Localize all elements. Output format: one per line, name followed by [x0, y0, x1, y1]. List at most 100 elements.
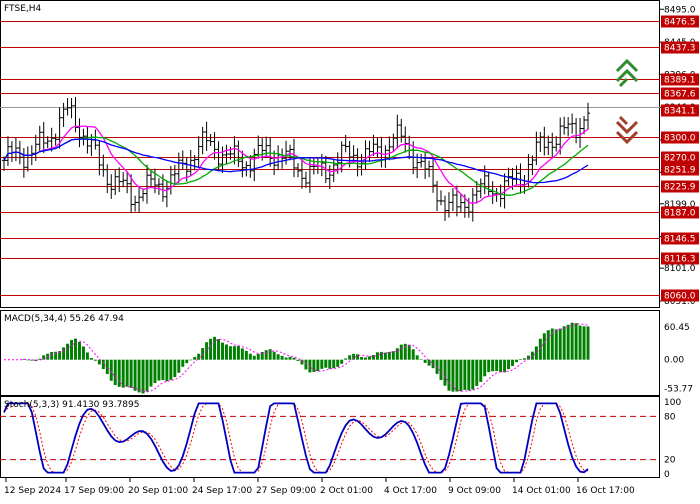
macd-bar: [292, 357, 296, 360]
macd-bar: [515, 359, 518, 363]
macd-bar: [360, 356, 364, 360]
level-label: 8300.0: [664, 134, 696, 144]
macd-bar: [320, 359, 324, 369]
macd-bar: [518, 359, 522, 360]
macd-bar: [81, 346, 85, 360]
macd-bar: [50, 352, 54, 360]
macd-signal-line: [4, 323, 589, 393]
price-bars-layer: [1, 97, 591, 222]
macd-bar: [344, 358, 348, 360]
macd-bar: [62, 347, 66, 360]
macd-bar: [499, 359, 503, 373]
macd-bar: [213, 336, 217, 360]
macd-bar: [113, 359, 117, 386]
macd-bar: [439, 359, 443, 380]
time-axis: 12 Sep 2024 17 Sep 09:00 20 Sep 01:00 24 Se…: [4, 478, 635, 496]
macd-bar: [42, 355, 46, 360]
macd-bar: [125, 359, 129, 387]
macd-bar: [578, 325, 582, 360]
level-label: 8389.1: [664, 76, 696, 86]
macd-bar: [368, 356, 371, 360]
macd-bar: [217, 339, 221, 360]
macd-bar: [586, 326, 590, 360]
price-axis-label: 8495.0: [664, 5, 696, 15]
macd-bar: [268, 349, 272, 360]
macd-bar: [221, 342, 224, 360]
level-label: 8225.9: [664, 183, 696, 193]
level-label: 8060.0: [664, 292, 696, 302]
macd-bar: [415, 355, 419, 360]
macd-bar: [189, 359, 193, 361]
chart-canvas[interactable]: 8495.08445.08396.08346.08296.08247.08199…: [0, 0, 700, 500]
macd-bar: [105, 359, 109, 375]
macd-bar: [193, 356, 197, 360]
time-axis-label: 4 Oct 17:00: [384, 486, 437, 496]
macd-bar: [455, 359, 459, 392]
macd-bar: [558, 328, 562, 360]
macd-bar: [101, 359, 105, 370]
macd-axis-label: 0.00: [664, 356, 684, 366]
level-label: 8116.3: [664, 255, 696, 265]
macd-bar: [324, 359, 328, 368]
macd-bar: [145, 359, 149, 392]
level-label: 8476.5: [664, 18, 696, 28]
price-axis-label: 8101.0: [664, 264, 696, 274]
macd-bar: [459, 359, 463, 392]
macd-bar: [280, 355, 284, 360]
macd-bar: [467, 359, 471, 391]
macd-bar: [491, 359, 495, 372]
stoch-axis-label: 80: [664, 412, 676, 422]
macd-bar: [399, 344, 403, 360]
macd-bar: [443, 359, 447, 386]
macd-bar: [582, 326, 586, 360]
macd-bar: [546, 330, 550, 360]
level-label: 8146.5: [664, 235, 696, 245]
macd-bar: [304, 359, 308, 370]
stoch-axis-label: 0: [664, 470, 670, 480]
macd-bar: [475, 359, 479, 386]
macd-bar: [264, 350, 268, 360]
macd-bar: [121, 359, 125, 388]
macd-bar: [423, 359, 427, 363]
level-label: 8367.6: [664, 90, 696, 100]
macd-bar: [554, 329, 558, 360]
macd-bar: [487, 359, 491, 373]
trading-chart[interactable]: 8495.08445.08396.08346.08296.08247.08199…: [0, 0, 700, 500]
macd-bar: [252, 355, 256, 360]
macd-bar: [70, 340, 74, 360]
macd-bar: [471, 359, 475, 390]
macd-bar: [185, 359, 189, 364]
macd-bar: [248, 353, 252, 360]
macd-bar: [574, 323, 578, 360]
macd-bar: [411, 349, 415, 360]
macd-bar: [328, 359, 332, 369]
macd-bar: [542, 333, 546, 360]
macd-bar: [181, 359, 185, 367]
macd-bar: [495, 359, 499, 372]
macd-bar: [419, 359, 423, 360]
macd-bar: [570, 322, 574, 360]
stochastic-layer: [0, 402, 660, 474]
price-panel-title: FTSE,H4: [4, 4, 42, 14]
macd-bar: [463, 359, 467, 390]
stoch-axis-label: 100: [664, 398, 681, 408]
macd-bar: [141, 359, 145, 394]
macd-bar: [272, 351, 276, 360]
macd-bar: [85, 352, 89, 360]
macd-bar: [197, 353, 201, 360]
macd-bar: [348, 355, 352, 360]
macd-bar: [522, 358, 526, 360]
macd-bar: [153, 359, 157, 384]
stoch-axis-label: 20: [664, 456, 676, 466]
macd-bar: [244, 350, 248, 360]
macd-bar: [129, 359, 133, 388]
macd-bar: [276, 354, 280, 360]
time-axis-label: 17 Sep 09:00: [64, 486, 124, 496]
macd-bar: [236, 345, 240, 360]
macd-bar: [137, 359, 141, 393]
stochastic-axis: 100 80 20 0: [664, 398, 681, 480]
macd-axis-label: -53.77: [664, 385, 693, 395]
current-price-label: 8341.1: [664, 107, 696, 117]
time-axis-label: 9 Oct 09:00: [448, 486, 501, 496]
macd-bar: [383, 352, 387, 360]
